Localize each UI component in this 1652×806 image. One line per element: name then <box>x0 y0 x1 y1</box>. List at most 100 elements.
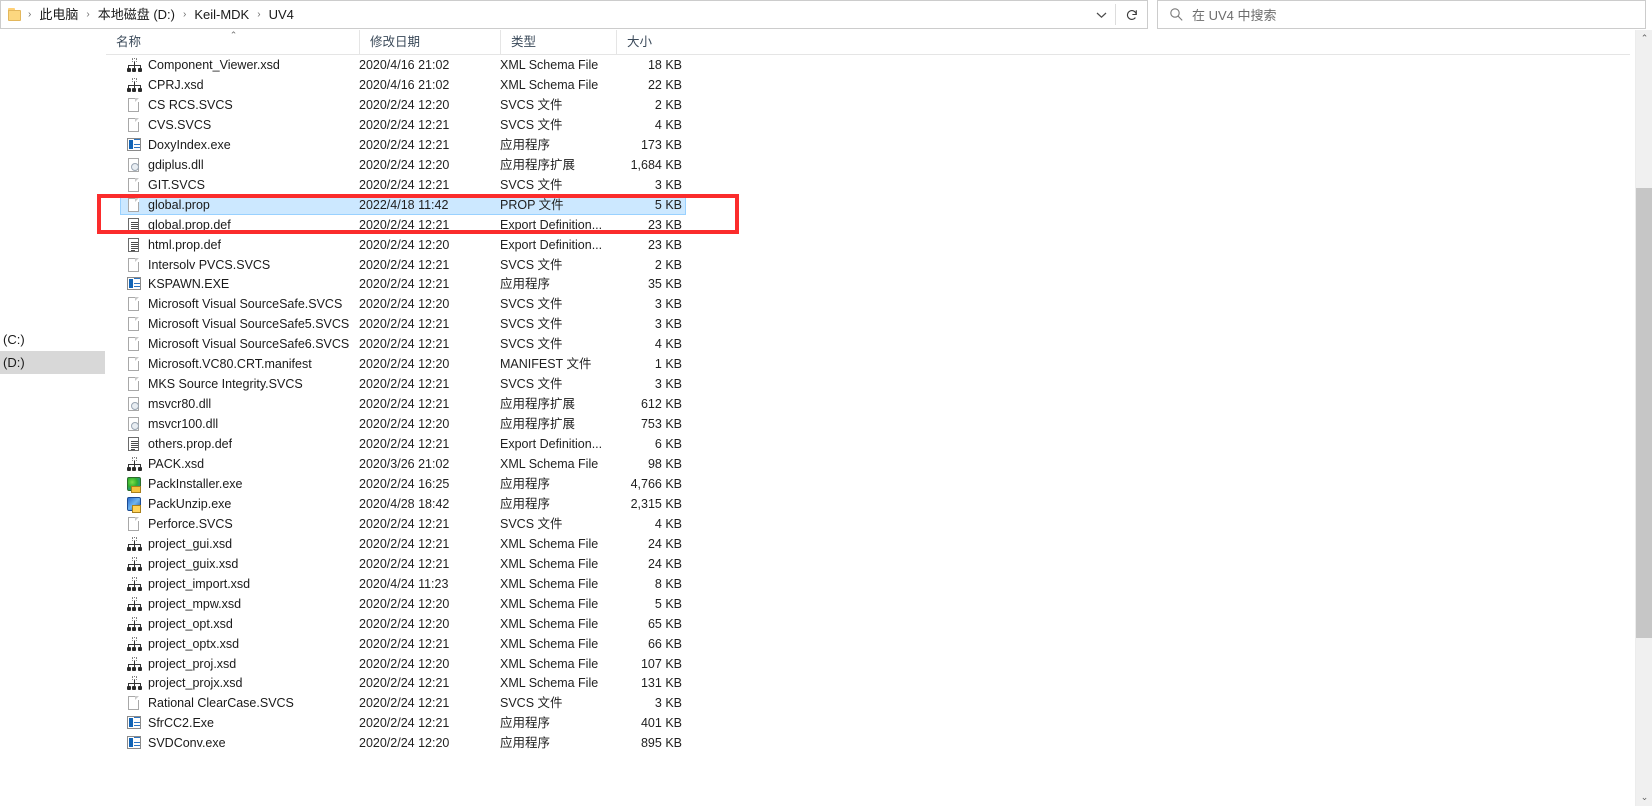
file-date-cell: 2020/2/24 12:21 <box>359 696 450 711</box>
breadcrumb-item-keil-mdk[interactable]: Keil-MDK <box>187 3 256 26</box>
scroll-down-arrow-icon[interactable]: ⌄ <box>1636 789 1652 806</box>
table-row[interactable]: Microsoft.VC80.CRT.manifest 2020/2/24 12:… <box>106 354 1630 374</box>
breadcrumb-item-uv4[interactable]: UV4 <box>262 3 301 26</box>
table-row[interactable]: CVS.SVCS 2020/2/24 12:21 SVCS 文件 4 KB <box>106 115 1630 135</box>
table-row[interactable]: DoxyIndex.exe 2020/2/24 12:21 应用程序 173 KB <box>106 135 1630 155</box>
file-date-cell: 2020/2/24 12:20 <box>359 736 450 751</box>
xsd-schema-icon <box>126 77 142 93</box>
file-date-cell: 2020/4/28 18:42 <box>359 496 450 511</box>
file-size-cell: 3 KB <box>654 377 682 392</box>
scrollbar-thumb[interactable] <box>1636 188 1652 638</box>
table-row[interactable]: project_proj.xsd 2020/2/24 12:20 XML Schem… <box>106 654 1630 674</box>
sidebar-item-d-drive[interactable]: (D:) <box>0 351 105 374</box>
file-name-cell: Perforce.SVCS <box>148 516 233 531</box>
file-type-cell: SVCS 文件 <box>500 696 563 711</box>
generic-file-icon <box>126 356 142 372</box>
table-row[interactable]: project_mpw.xsd 2020/2/24 12:20 XML Schema… <box>106 594 1630 614</box>
file-type-cell: SVCS 文件 <box>500 117 563 132</box>
file-name-cell: project_proj.xsd <box>148 656 237 671</box>
file-size-cell: 173 KB <box>640 137 682 152</box>
file-type-cell: SVCS 文件 <box>500 337 563 352</box>
file-type-cell: SVCS 文件 <box>500 516 563 531</box>
refresh-icon[interactable] <box>1116 1 1147 28</box>
file-date-cell: 2020/2/24 12:21 <box>359 636 450 651</box>
table-row[interactable]: Component_Viewer.xsd 2020/4/16 21:02 XML S… <box>106 55 1630 75</box>
table-row[interactable]: msvcr100.dll 2020/2/24 12:20 应用程序扩展 753 KB <box>106 414 1630 434</box>
table-row[interactable]: global.prop.def 2020/2/24 12:21 Export Def… <box>106 215 1630 235</box>
table-row[interactable]: KSPAWN.EXE 2020/2/24 12:21 应用程序 35 KB <box>106 274 1630 294</box>
search-box[interactable]: 在 UV4 中搜索 <box>1157 0 1646 29</box>
breadcrumb-item-local-disk-d[interactable]: 本地磁盘 (D:) <box>91 3 182 26</box>
scroll-up-arrow-icon[interactable]: ⌃ <box>1636 30 1652 47</box>
file-size-cell: 753 KB <box>640 417 682 432</box>
table-row[interactable]: PACK.xsd 2020/3/26 21:02 XML Schema File 98… <box>106 454 1630 474</box>
file-size-cell: 2,315 KB <box>630 496 682 511</box>
table-row[interactable]: project_projx.xsd 2020/2/24 12:21 XML Sche… <box>106 673 1630 693</box>
file-size-cell: 8 KB <box>654 576 682 591</box>
column-header-date-modified[interactable]: 修改日期 <box>359 30 500 54</box>
file-date-cell: 2020/2/24 12:20 <box>359 357 450 372</box>
file-name-cell: others.prop.def <box>148 437 233 452</box>
table-row[interactable]: others.prop.def 2020/2/24 12:21 Export Def… <box>106 434 1630 454</box>
table-row[interactable]: project_opt.xsd 2020/2/24 12:20 XML Schema… <box>106 614 1630 634</box>
file-name-cell: KSPAWN.EXE <box>148 277 230 292</box>
file-name-cell: CPRJ.xsd <box>148 77 204 92</box>
file-date-cell: 2020/2/24 16:25 <box>359 476 450 491</box>
breadcrumb-item-this-pc[interactable]: 此电脑 <box>32 3 85 26</box>
file-size-cell: 612 KB <box>640 397 682 412</box>
file-name-cell: Microsoft Visual SourceSafe5.SVCS <box>148 317 350 332</box>
address-bar[interactable]: › 此电脑 › 本地磁盘 (D:) › Keil-MDK › UV4 <box>0 0 1148 29</box>
file-name-cell: msvcr100.dll <box>148 417 219 432</box>
file-size-cell: 3 KB <box>654 177 682 192</box>
file-date-cell: 2022/4/18 11:42 <box>359 197 449 212</box>
table-row[interactable]: Microsoft Visual SourceSafe.SVCS 2020/2/2… <box>106 294 1630 314</box>
table-row[interactable]: Intersolv PVCS.SVCS 2020/2/24 12:21 SVCS 文… <box>106 255 1630 275</box>
generic-file-icon <box>126 257 142 273</box>
file-type-cell: SVCS 文件 <box>500 317 563 332</box>
file-name-cell: SfrCC2.Exe <box>148 716 214 731</box>
xsd-schema-icon <box>126 636 142 652</box>
file-size-cell: 66 KB <box>647 636 682 651</box>
file-date-cell: 2020/3/26 21:02 <box>359 457 450 471</box>
table-row[interactable]: project_guix.xsd 2020/2/24 12:21 XML Schem… <box>106 554 1630 574</box>
table-row[interactable]: Rational ClearCase.SVCS 2020/2/24 12:21 SV… <box>106 693 1630 713</box>
file-name-cell: project_mpw.xsd <box>148 596 242 611</box>
table-row[interactable]: msvcr80.dll 2020/2/24 12:21 应用程序扩展 612 KB <box>106 394 1630 414</box>
table-row[interactable]: Microsoft Visual SourceSafe6.SVCS 2020/2/… <box>106 334 1630 354</box>
table-row[interactable]: global.prop 2022/4/18 11:42 PROP 文件 5 KB <box>106 194 1630 215</box>
file-type-cell: SVCS 文件 <box>500 257 563 272</box>
file-size-cell: 23 KB <box>647 237 682 252</box>
table-row[interactable]: Perforce.SVCS 2020/2/24 12:21 SVCS 文件 4 KB <box>106 514 1630 534</box>
table-row[interactable]: PackInstaller.exe 2020/2/24 16:25 应用程序 4,76… <box>106 474 1630 494</box>
column-header-type[interactable]: 类型 <box>500 30 616 54</box>
file-date-cell: 2020/2/24 12:20 <box>359 157 450 172</box>
column-header-row: 名称 ⌃ 修改日期 类型 大小 <box>106 30 1630 55</box>
file-date-cell: 2020/2/24 12:20 <box>359 97 450 112</box>
table-row[interactable]: CS RCS.SVCS 2020/2/24 12:20 SVCS 文件 2 KB <box>106 95 1630 115</box>
table-row[interactable]: gdiplus.dll 2020/2/24 12:20 应用程序扩展 1,684 KB <box>106 155 1630 175</box>
column-header-name[interactable]: 名称 ⌃ <box>106 30 359 54</box>
table-row[interactable]: PackUnzip.exe 2020/4/28 18:42 应用程序 2,315 KB <box>106 494 1630 514</box>
vertical-scrollbar[interactable]: ⌃ ⌄ <box>1635 30 1652 806</box>
file-size-cell: 3 KB <box>654 696 682 711</box>
sidebar-item-c-drive[interactable]: (C:) <box>0 328 105 351</box>
file-size-cell: 401 KB <box>640 716 682 731</box>
table-row[interactable]: Microsoft Visual SourceSafe5.SVCS 2020/2/… <box>106 314 1630 334</box>
file-size-cell: 4 KB <box>654 337 682 352</box>
table-row[interactable]: SfrCC2.Exe 2020/2/24 12:21 应用程序 401 KB <box>106 713 1630 733</box>
table-row[interactable]: SVDConv.exe 2020/2/24 12:20 应用程序 895 KB <box>106 733 1630 753</box>
file-size-cell: 5 KB <box>654 197 682 212</box>
table-row[interactable]: project_optx.xsd 2020/2/24 12:21 XML Schem… <box>106 634 1630 654</box>
table-row[interactable]: GIT.SVCS 2020/2/24 12:21 SVCS 文件 3 KB <box>106 175 1630 195</box>
table-row[interactable]: project_import.xsd 2020/4/24 11:23 XML Sch… <box>106 574 1630 594</box>
file-name-cell: MKS Source Integrity.SVCS <box>148 377 303 392</box>
table-row[interactable]: CPRJ.xsd 2020/4/16 21:02 XML Schema File 22… <box>106 75 1630 95</box>
table-row[interactable]: MKS Source Integrity.SVCS 2020/2/24 12:21… <box>106 374 1630 394</box>
file-date-cell: 2020/2/24 12:21 <box>359 317 450 332</box>
chevron-down-icon[interactable] <box>1087 1 1115 28</box>
table-row[interactable]: html.prop.def 2020/2/24 12:20 Export Defin… <box>106 235 1630 255</box>
file-name-cell: PackInstaller.exe <box>148 476 243 491</box>
table-row[interactable]: project_gui.xsd 2020/2/24 12:21 XML Schema… <box>106 534 1630 554</box>
column-header-size[interactable]: 大小 <box>616 30 686 54</box>
xsd-schema-icon <box>126 456 142 472</box>
